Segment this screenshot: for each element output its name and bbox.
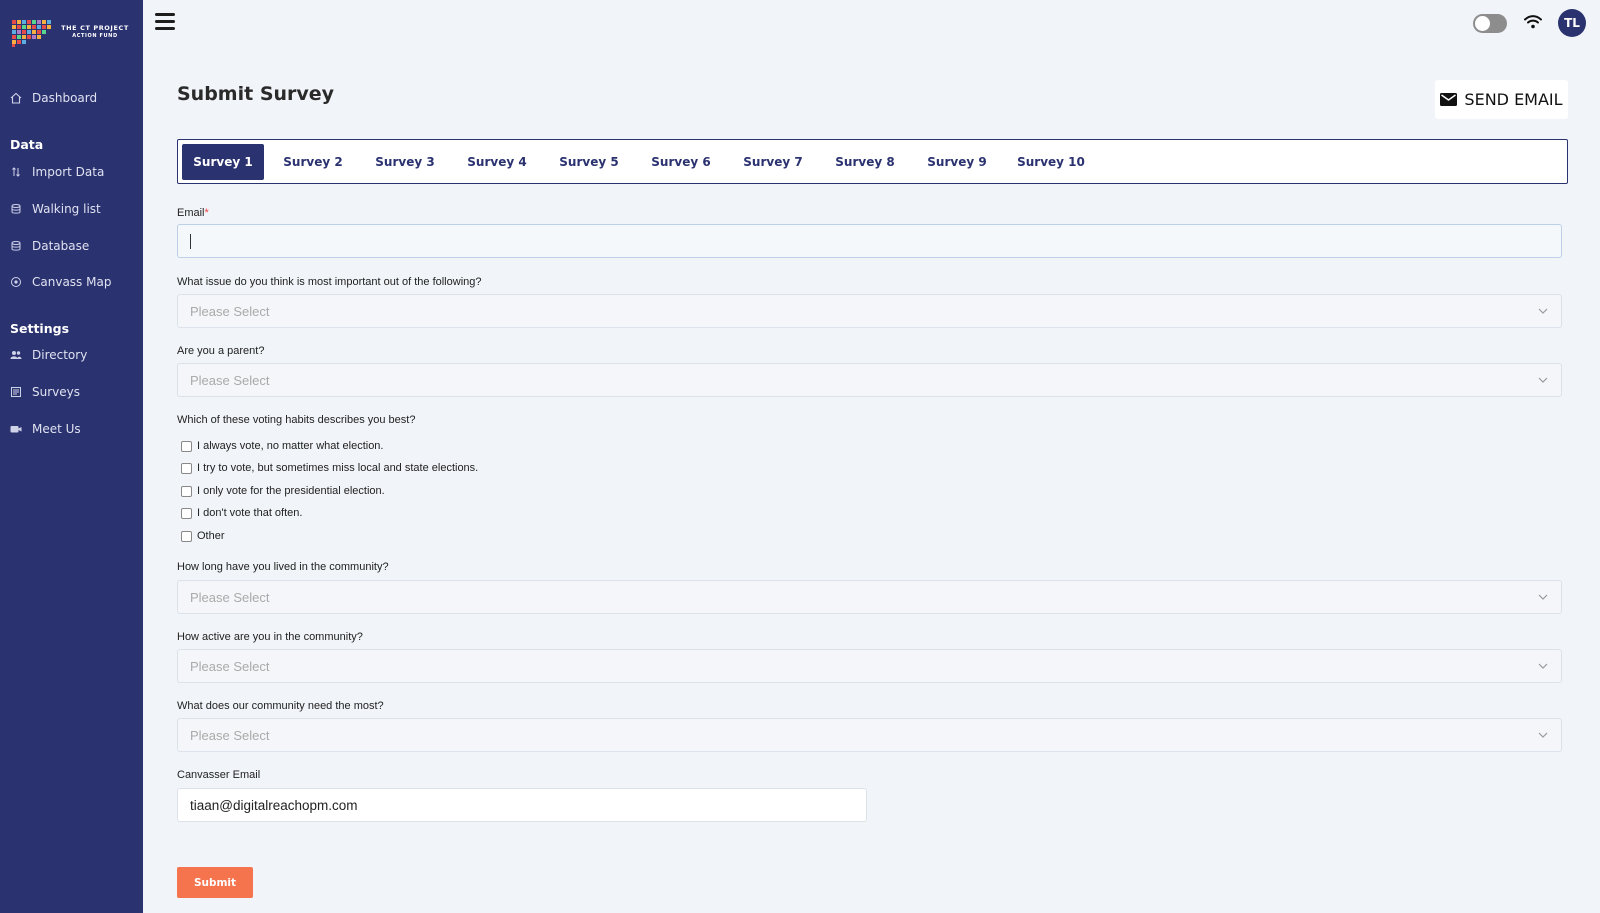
option-label: I try to vote, but sometimes miss local … bbox=[197, 462, 479, 474]
checkbox[interactable] bbox=[181, 507, 192, 519]
option-label: Other bbox=[197, 530, 225, 542]
tab-survey-8[interactable]: Survey 8 bbox=[816, 144, 914, 180]
checkbox[interactable] bbox=[181, 440, 192, 452]
tab-survey-1[interactable]: Survey 1 bbox=[182, 143, 264, 180]
tab-survey-9[interactable]: Survey 9 bbox=[914, 144, 1000, 180]
tab-survey-2[interactable]: Survey 2 bbox=[264, 144, 362, 180]
tab-survey-5[interactable]: Survey 5 bbox=[546, 144, 632, 180]
brand-line-2: ACTION FUND bbox=[72, 33, 118, 39]
page-title: Submit Survey bbox=[177, 83, 335, 105]
need-select[interactable]: Please Select bbox=[177, 718, 1562, 752]
email-label-text: Email bbox=[177, 207, 205, 219]
email-label: Email* bbox=[177, 207, 209, 219]
sidebar-item-label: Walking list bbox=[32, 202, 101, 216]
people-icon bbox=[10, 351, 22, 359]
voting-option-3: I only vote for the presidential electio… bbox=[181, 485, 385, 497]
issue-select[interactable]: Please Select bbox=[177, 294, 1562, 328]
survey-icon bbox=[11, 387, 21, 397]
tab-survey-10[interactable]: Survey 10 bbox=[1000, 144, 1102, 180]
sidebar-item-label: Database bbox=[32, 239, 90, 253]
tab-survey-6[interactable]: Survey 6 bbox=[632, 144, 730, 180]
survey-tabs: Survey 1 Survey 2 Survey 3 Survey 4 Surv… bbox=[177, 139, 1568, 184]
chevron-down-icon bbox=[1538, 308, 1548, 314]
email-field[interactable] bbox=[177, 224, 1562, 258]
sidebar-item-meet-us[interactable]: Meet Us bbox=[10, 419, 81, 439]
sidebar-item-label: Import Data bbox=[32, 165, 105, 179]
sidebar-item-label: Directory bbox=[32, 348, 88, 362]
map-pin-icon bbox=[11, 277, 21, 287]
stack-icon bbox=[11, 204, 21, 214]
question-voting-label: Which of these voting habits describes y… bbox=[177, 414, 416, 426]
select-placeholder: Please Select bbox=[190, 658, 270, 674]
envelope-icon bbox=[1440, 93, 1458, 106]
send-email-label: SEND EMAIL bbox=[1464, 90, 1563, 109]
select-placeholder: Please Select bbox=[190, 727, 270, 743]
chevron-down-icon bbox=[1538, 377, 1548, 383]
select-placeholder: Please Select bbox=[190, 372, 270, 388]
parent-select[interactable]: Please Select bbox=[177, 363, 1562, 397]
chevron-down-icon bbox=[1538, 594, 1548, 600]
voting-option-4: I don't vote that often. bbox=[181, 507, 302, 519]
sidebar-item-label: Surveys bbox=[32, 385, 80, 399]
sidebar: THE CT PROJECT ACTION FUND Dashboard Dat… bbox=[0, 0, 143, 913]
active-select[interactable]: Please Select bbox=[177, 649, 1562, 683]
brand-logo[interactable]: THE CT PROJECT ACTION FUND bbox=[10, 14, 135, 50]
sidebar-item-surveys[interactable]: Surveys bbox=[10, 382, 80, 402]
import-icon bbox=[12, 167, 20, 177]
chevron-down-icon bbox=[1538, 732, 1548, 738]
option-label: I only vote for the presidential electio… bbox=[197, 485, 385, 497]
checkbox[interactable] bbox=[181, 530, 192, 542]
checkbox[interactable] bbox=[181, 462, 192, 474]
option-label: I always vote, no matter what election. bbox=[197, 440, 384, 452]
chevron-down-icon bbox=[1538, 663, 1548, 669]
sidebar-item-import-data[interactable]: Import Data bbox=[10, 162, 104, 182]
theme-toggle[interactable] bbox=[1473, 14, 1507, 33]
lived-select[interactable]: Please Select bbox=[177, 580, 1562, 614]
avatar[interactable]: TL bbox=[1558, 9, 1586, 37]
tab-survey-7[interactable]: Survey 7 bbox=[730, 144, 816, 180]
tab-survey-3[interactable]: Survey 3 bbox=[362, 144, 448, 180]
sidebar-item-label: Canvass Map bbox=[32, 275, 112, 289]
required-marker: * bbox=[204, 207, 209, 219]
sidebar-item-label: Meet Us bbox=[32, 422, 81, 436]
checkbox[interactable] bbox=[181, 485, 192, 497]
voting-option-5: Other bbox=[181, 530, 225, 542]
question-active-label: How active are you in the community? bbox=[177, 631, 363, 643]
database-icon bbox=[11, 241, 21, 251]
sidebar-section-settings: Settings bbox=[10, 321, 70, 336]
video-icon bbox=[10, 426, 22, 433]
send-email-button[interactable]: SEND EMAIL bbox=[1435, 80, 1568, 119]
sidebar-section-data: Data bbox=[10, 137, 44, 152]
text-caret bbox=[190, 233, 191, 249]
home-icon bbox=[10, 92, 22, 104]
submit-button[interactable]: Submit bbox=[177, 867, 253, 898]
sidebar-item-canvass-map[interactable]: Canvass Map bbox=[10, 272, 111, 292]
select-placeholder: Please Select bbox=[190, 589, 270, 605]
select-placeholder: Please Select bbox=[190, 303, 270, 319]
sidebar-item-directory[interactable]: Directory bbox=[10, 345, 87, 365]
voting-option-2: I try to vote, but sometimes miss local … bbox=[181, 462, 478, 474]
voting-option-1: I always vote, no matter what election. bbox=[181, 440, 383, 452]
option-label: I don't vote that often. bbox=[197, 507, 303, 519]
question-parent-label: Are you a parent? bbox=[177, 345, 265, 357]
brand-line-1: THE CT PROJECT bbox=[61, 24, 129, 32]
ct-map-logo-icon bbox=[10, 16, 54, 48]
brand-name: THE CT PROJECT ACTION FUND bbox=[60, 24, 130, 40]
question-lived-label: How long have you lived in the community… bbox=[177, 561, 389, 573]
sidebar-item-label: Dashboard bbox=[32, 91, 98, 105]
sidebar-item-dashboard[interactable]: Dashboard bbox=[10, 88, 97, 108]
tab-survey-4[interactable]: Survey 4 bbox=[448, 144, 546, 180]
sidebar-item-database[interactable]: Database bbox=[10, 236, 89, 256]
question-need-label: What does our community need the most? bbox=[177, 700, 384, 712]
canvasser-email-value: tiaan@digitalreachopm.com bbox=[190, 797, 358, 813]
canvasser-email-label: Canvasser Email bbox=[177, 769, 261, 781]
wifi-icon bbox=[1524, 15, 1542, 29]
canvasser-email-field[interactable]: tiaan@digitalreachopm.com bbox=[177, 788, 867, 822]
question-issue-label: What issue do you think is most importan… bbox=[177, 276, 482, 288]
hamburger-menu-icon[interactable] bbox=[155, 13, 175, 31]
sidebar-item-walking-list[interactable]: Walking list bbox=[10, 199, 101, 219]
